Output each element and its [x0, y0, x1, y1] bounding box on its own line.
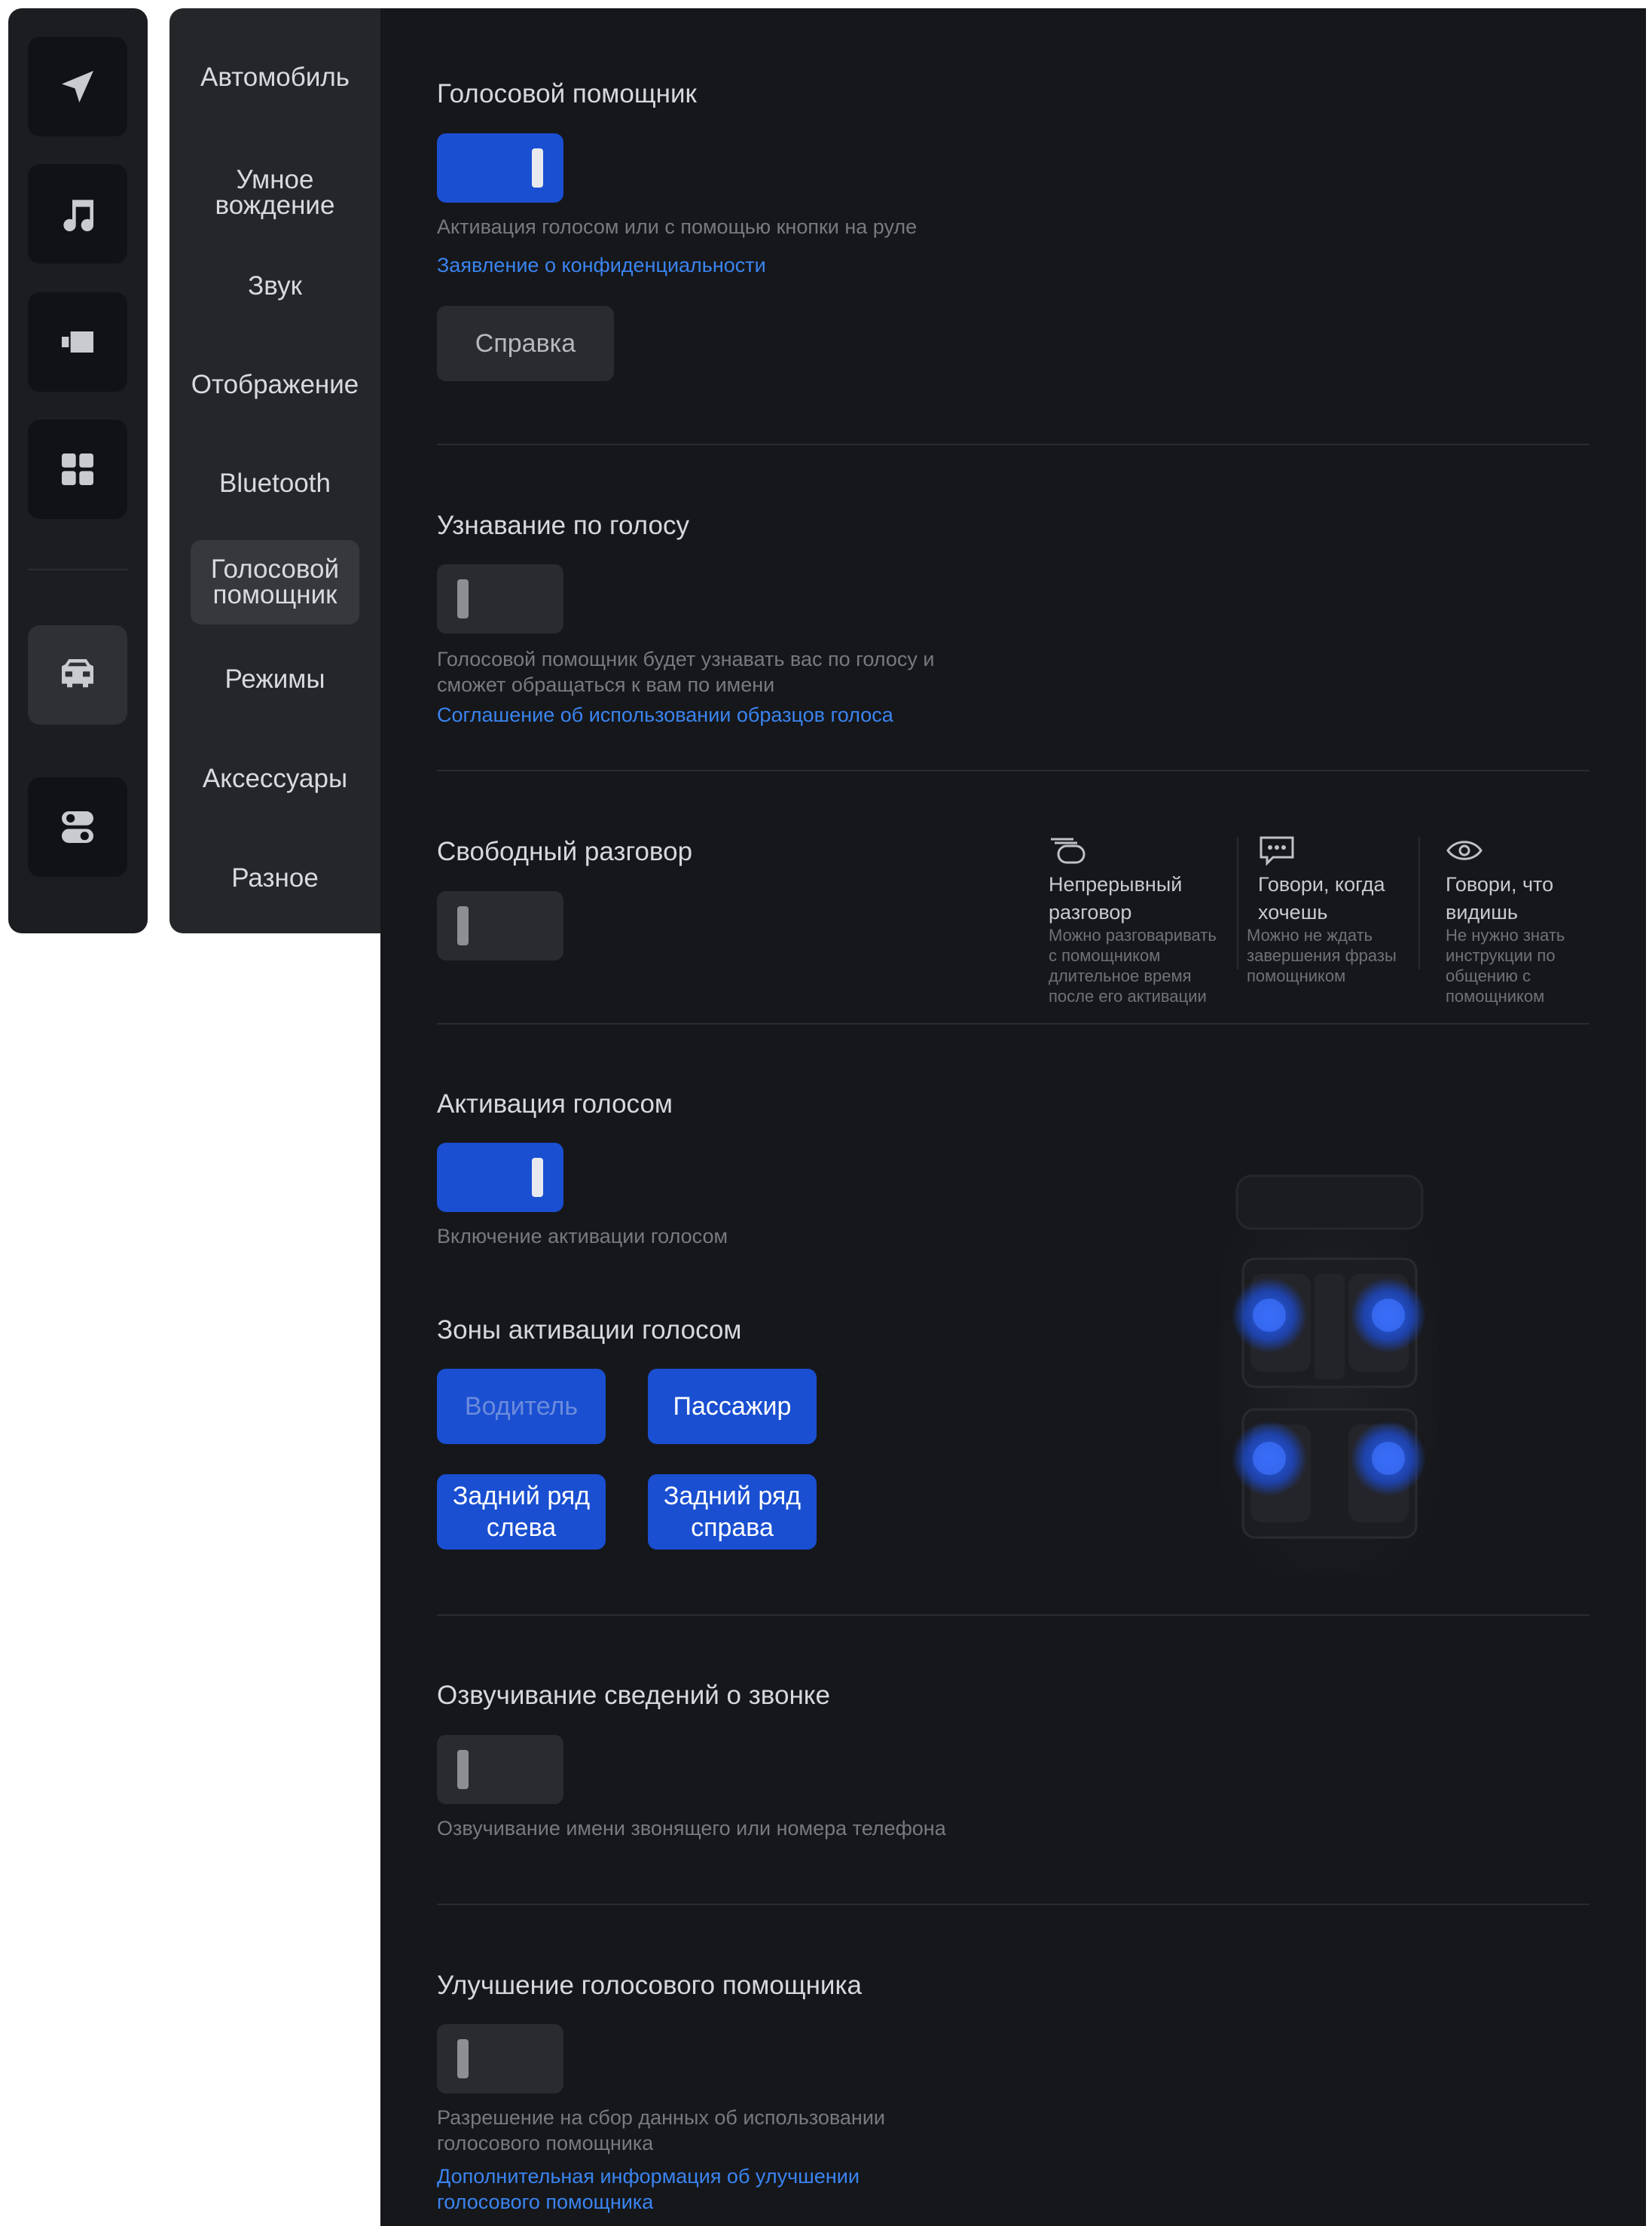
section-divider [437, 1904, 1589, 1905]
feature-desc-line: общению с [1446, 966, 1531, 985]
voice-recognition-description-line1: Голосовой помощник будет узнавать вас по… [437, 648, 935, 670]
feature-title-line1: Непрерывный [1049, 873, 1183, 896]
zone-label-line1: Задний ряд [452, 1482, 591, 1510]
improve-info-link-line2[interactable]: голосового помощника [437, 2190, 653, 2215]
free-talk-toggle[interactable] [437, 891, 563, 960]
feature-desc-line: Можно разговаривать [1049, 926, 1217, 945]
feature-say-what-you-see: Говори, что видишь Не нужно знать инстру… [1446, 835, 1589, 1006]
chat-layers-icon [1051, 838, 1086, 864]
menu-item-car[interactable]: Автомобиль [191, 55, 359, 100]
call-announce-title: Озвучивание сведений о звонке [437, 1681, 830, 1710]
video-icon [62, 331, 93, 353]
feature-desc-line: после его активации [1049, 987, 1207, 1006]
feature-continuous-talk: Непрерывный разговор Можно разговаривать… [1049, 835, 1237, 1006]
menu-item-bluetooth[interactable]: Bluetooth [191, 461, 359, 506]
feature-title-line1: Говори, что [1446, 873, 1554, 896]
toggle-knob [532, 1158, 543, 1197]
navigation-button[interactable] [28, 37, 127, 136]
voice-assistant-description: Активация голосом или с помощью кнопки н… [437, 215, 918, 238]
voice-activation-toggle[interactable] [437, 1143, 563, 1212]
help-button[interactable]: Справка [437, 306, 614, 381]
zone-rear-right-button[interactable]: Задний ряд справа [648, 1474, 817, 1550]
privacy-statement-link[interactable]: Заявление о конфиденциальности [437, 253, 766, 278]
settings-main-panel: Голосовой помощник Активация голосом или… [380, 8, 1646, 2226]
activation-zones-title: Зоны активации голосом [437, 1315, 742, 1345]
section-divider [437, 1023, 1589, 1024]
feature-title-line1: Говори, когда [1258, 873, 1385, 896]
voice-activation-title: Активация голосом [437, 1089, 673, 1119]
improve-info-link-line1[interactable]: Дополнительная информация об улучшении [437, 2164, 860, 2189]
zone-passenger-button[interactable]: Пассажир [648, 1369, 817, 1444]
feature-desc-line: Не нужно знать [1446, 926, 1565, 945]
feature-title-line2: хочешь [1258, 901, 1328, 924]
music-icon [63, 200, 94, 232]
voice-activation-description: Включение активации голосом [437, 1225, 728, 1247]
call-announce-toggle[interactable] [437, 1735, 563, 1804]
voice-samples-agreement-link[interactable]: Соглашение об использовании образцов гол… [437, 703, 893, 728]
voice-recognition-title: Узнавание по голосу [437, 511, 689, 540]
menu-item-misc[interactable]: Разное [191, 856, 359, 901]
feature-desc-line: завершения фразы [1247, 946, 1397, 965]
menu-item-voice-assistant[interactable]: Голосовой помощник [191, 540, 359, 624]
call-announce-description: Озвучивание имени звонящего или номера т… [437, 1817, 946, 1840]
zone-label-line1: Задний ряд [663, 1482, 802, 1510]
voice-recognition-description-line2: сможет обращаться к вам по имени [437, 673, 775, 696]
icon-rail [8, 8, 148, 933]
menu-item-sound[interactable]: Звук [191, 264, 359, 309]
improve-assistant-toggle[interactable] [437, 2024, 563, 2093]
free-talk-title: Свободный разговор [437, 837, 693, 866]
eye-icon [1446, 841, 1483, 860]
video-button[interactable] [28, 292, 127, 392]
feature-title-line2: видишь [1446, 901, 1518, 924]
toggle-knob [532, 148, 543, 188]
toggle-knob [457, 906, 469, 945]
improve-assistant-title: Улучшение голосового помощника [437, 1971, 863, 2000]
navigation-icon [62, 71, 93, 102]
toggle-knob [457, 579, 469, 618]
menu-item-display[interactable]: Отображение [191, 362, 359, 408]
apps-button[interactable] [28, 420, 127, 519]
settings-toggle-button[interactable] [28, 777, 127, 877]
menu-item-smart-driving[interactable]: Умное вождение [191, 159, 359, 227]
feature-title-line2: разговор [1049, 901, 1132, 924]
rail-divider [28, 569, 127, 570]
zone-label-line2: справа [691, 1513, 774, 1542]
zone-rear-left-button[interactable]: Задний ряд слева [437, 1474, 606, 1550]
toggle-knob [457, 2039, 469, 2078]
settings-category-menu: Автомобиль Умное вождение Звук Отображен… [169, 8, 380, 933]
voice-recognition-toggle[interactable] [437, 564, 563, 634]
music-button[interactable] [28, 164, 127, 264]
feature-talk-anytime: Говори, когда хочешь Можно не ждать заве… [1247, 835, 1424, 986]
zone-driver-button[interactable]: Водитель [437, 1369, 606, 1444]
apps-icon [62, 453, 93, 485]
menu-item-accessories[interactable]: Аксессуары [191, 756, 359, 802]
voice-assistant-title: Голосовой помощник [437, 79, 697, 108]
feature-divider [1418, 837, 1420, 969]
section-divider [437, 1614, 1589, 1616]
feature-divider [1237, 837, 1238, 969]
message-dots-icon [1260, 836, 1294, 866]
car-seat-zones-illustration [1190, 1168, 1469, 1590]
voice-assistant-toggle[interactable] [437, 133, 563, 203]
toggle-knob [457, 1750, 469, 1789]
settings-toggle-icon [62, 811, 93, 843]
car-top-view-icon [1220, 1174, 1439, 1575]
improve-assistant-description-line1: Разрешение на сбор данных об использован… [437, 2106, 886, 2129]
improve-assistant-description-line2: голосового помощника [437, 2132, 654, 2154]
car-button[interactable] [28, 625, 127, 725]
section-divider [437, 770, 1589, 771]
car-icon [62, 659, 93, 688]
menu-item-modes[interactable]: Режимы [191, 657, 359, 702]
zone-label-line2: слева [486, 1513, 557, 1542]
feature-desc-line: Можно не ждать [1247, 926, 1373, 945]
feature-desc-line: помощником [1446, 987, 1545, 1006]
feature-desc-line: инструкции по [1446, 946, 1556, 965]
feature-desc-line: с помощником [1049, 946, 1161, 965]
feature-desc-line: помощником [1247, 966, 1346, 985]
section-divider [437, 444, 1589, 445]
feature-desc-line: длительное время [1049, 966, 1192, 985]
